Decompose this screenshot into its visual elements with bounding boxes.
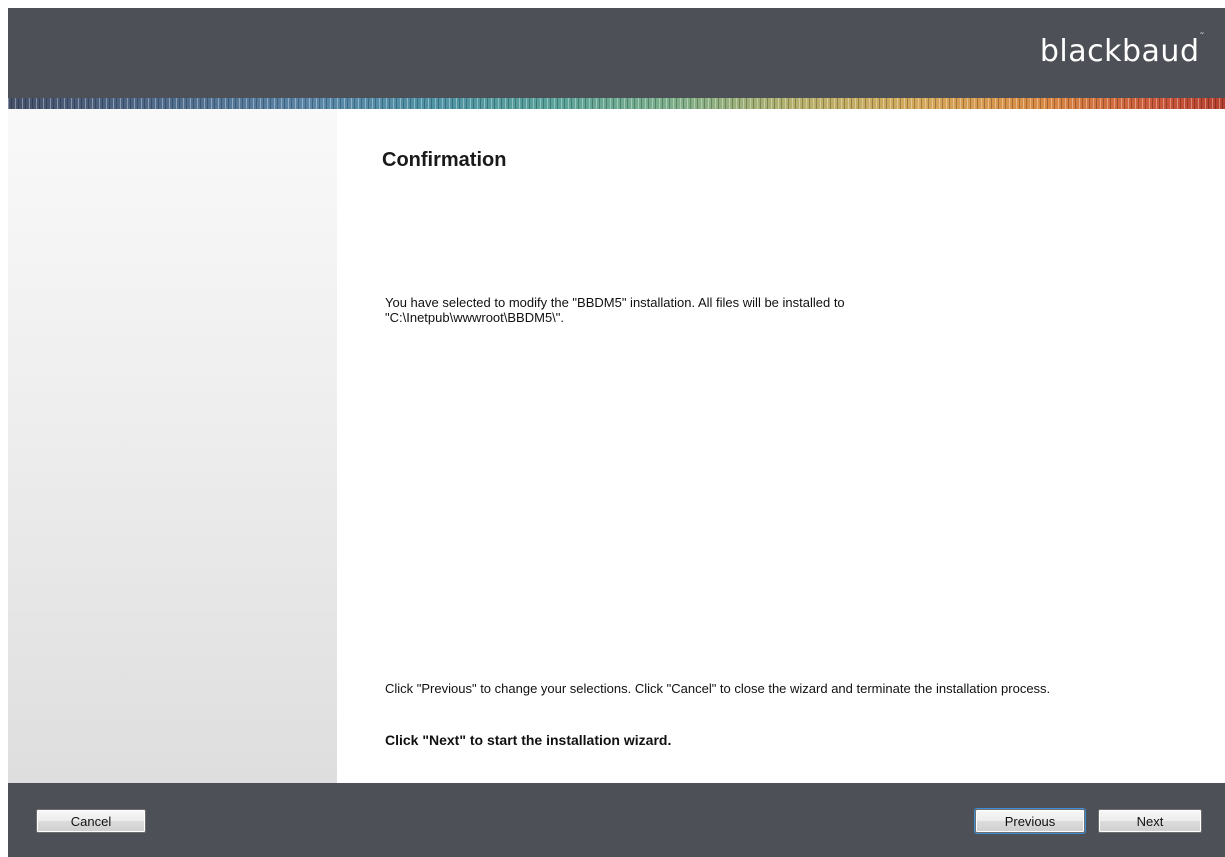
logo-text: blackbaud xyxy=(1039,34,1200,69)
header-bar: blackbaud˜ xyxy=(8,8,1225,98)
next-instruction-text: Click "Next" to start the installation w… xyxy=(385,732,672,748)
content-panel: Confirmation You have selected to modify… xyxy=(337,109,1225,783)
confirmation-message: You have selected to modify the "BBDM5" … xyxy=(385,295,845,325)
blackbaud-logo: blackbaud˜ xyxy=(1039,32,1205,69)
next-button[interactable]: Next xyxy=(1098,809,1202,833)
button-bar: Cancel Previous Next xyxy=(8,783,1225,857)
logo-mark: ˜ xyxy=(1199,32,1205,43)
previous-button[interactable]: Previous xyxy=(975,809,1085,833)
cancel-button[interactable]: Cancel xyxy=(36,809,146,833)
page-title: Confirmation xyxy=(382,149,507,171)
installer-window: blackbaud˜ Confirmation You have selecte… xyxy=(8,8,1225,857)
color-stripe xyxy=(8,98,1225,109)
instructions-text: Click "Previous" to change your selectio… xyxy=(385,681,1051,696)
sidebar-panel xyxy=(8,109,337,783)
